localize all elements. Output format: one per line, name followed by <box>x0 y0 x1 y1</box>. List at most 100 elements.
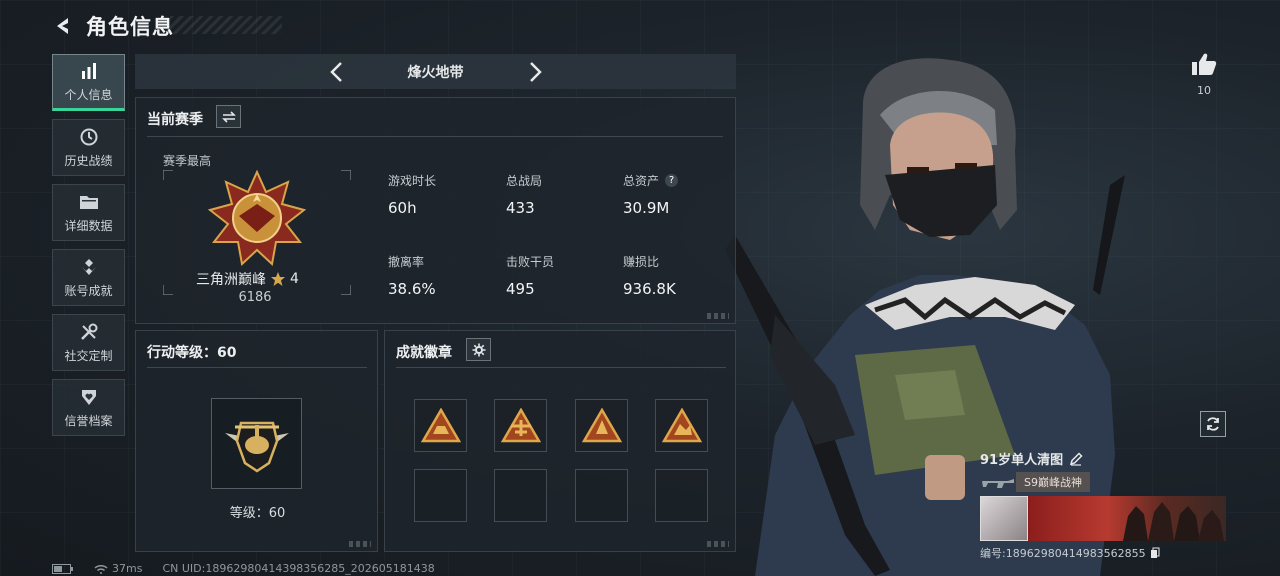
rotate-view-button[interactable] <box>1200 411 1226 437</box>
best-rank-label: 赛季最高 <box>163 154 212 168</box>
stat-extract-rate: 撤离率 38.6% <box>388 253 436 298</box>
stat-play-time: 游戏时长 60h <box>388 172 436 217</box>
refresh-icon <box>1207 417 1219 431</box>
mode-switcher: 烽火地带 <box>135 54 736 89</box>
player-card: 91岁单人清图 S9巅峰战神 编号:18962980414983562855 <box>980 449 1228 561</box>
achievement-slot-empty[interactable] <box>494 469 547 522</box>
ping-text: 37ms <box>112 562 143 575</box>
gear-icon <box>472 343 485 356</box>
uid-text: CN UID:18962980414398356285_202605181438 <box>162 562 435 575</box>
nav-item-credit-record[interactable]: 信誉档案 <box>52 379 125 436</box>
rank-name: 三角洲巅峰 <box>196 272 266 288</box>
achievements-panel: 成就徽章 <box>384 330 736 552</box>
swap-season-button[interactable] <box>216 105 241 128</box>
stat-label: 撤离率 <box>388 255 425 269</box>
nav-item-label: 社交定制 <box>64 348 113 363</box>
star-icon <box>271 272 285 286</box>
stat-label: 赚损比 <box>623 255 660 269</box>
help-icon[interactable]: ? <box>665 174 679 187</box>
achievements-title: 成就徽章 <box>396 345 452 361</box>
rank-emblem-icon <box>207 170 307 266</box>
achievement-badge[interactable] <box>414 399 467 452</box>
chevron-right-icon[interactable] <box>521 57 551 87</box>
achievement-slot-empty[interactable] <box>414 469 467 522</box>
achievement-badge-icon <box>661 407 702 442</box>
status-footer: 37ms CN UID:18962980414398356285_2026051… <box>52 562 435 575</box>
squad-silhouette-icon <box>1123 502 1224 541</box>
player-id: 编号:18962980414983562855 <box>980 547 1146 560</box>
bar-chart-icon <box>78 61 100 81</box>
header-decoration <box>170 16 282 34</box>
page-header: 角色信息 <box>50 12 174 40</box>
stat-value: 936.8K <box>623 280 676 298</box>
stat-total-matches: 总战局 433 <box>506 172 542 217</box>
season-title: 当前赛季 <box>147 112 203 128</box>
action-level-panel: 行动等级：60 等级：60 <box>135 330 378 552</box>
achievement-badge-icon <box>420 407 461 442</box>
stat-label: 游戏时长 <box>388 174 437 188</box>
nav-item-label: 个人信息 <box>64 87 113 102</box>
achievement-badge[interactable] <box>575 399 628 452</box>
network-status: 37ms <box>94 562 142 575</box>
player-name: 91岁单人清图 <box>980 453 1064 468</box>
stat-label: 总战局 <box>506 174 543 188</box>
wifi-icon <box>94 564 108 574</box>
nav-item-achievements[interactable]: 账号成就 <box>52 249 125 306</box>
achievement-badge-icon <box>500 407 541 442</box>
thumbs-up-icon <box>1192 53 1217 75</box>
achievement-badge[interactable] <box>494 399 547 452</box>
back-arrow-icon[interactable] <box>50 13 76 39</box>
player-title-tag: S9巅峰战神 <box>1016 472 1090 492</box>
rank-stars: 4 <box>290 271 299 287</box>
achievement-icon <box>78 257 100 277</box>
like-button[interactable]: 10 <box>1186 52 1222 97</box>
nav-item-label: 账号成就 <box>64 283 113 298</box>
stat-label: 击败干员 <box>506 255 555 269</box>
stat-value: 38.6% <box>388 280 436 298</box>
divider <box>147 136 723 137</box>
stat-label: 总资产 <box>623 174 660 188</box>
nav-item-match-history[interactable]: 历史战绩 <box>52 119 125 176</box>
achievement-slot-empty[interactable] <box>575 469 628 522</box>
stat-value: 433 <box>506 199 535 217</box>
achievement-badge-icon <box>581 407 622 442</box>
stat-value: 60h <box>388 199 417 217</box>
copy-icon[interactable] <box>1150 547 1160 559</box>
nav-item-personal-info[interactable]: 个人信息 <box>52 54 125 111</box>
nav-item-social-custom[interactable]: 社交定制 <box>52 314 125 371</box>
clock-icon <box>78 127 100 147</box>
battery-icon <box>52 563 74 574</box>
action-level-title: 行动等级：60 <box>147 345 237 361</box>
nav-item-detailed-data[interactable]: 详细数据 <box>52 184 125 241</box>
helicopter-emblem-icon <box>224 421 289 473</box>
corner-decoration <box>349 541 371 547</box>
shield-heart-icon <box>78 387 100 407</box>
tools-icon <box>78 322 100 342</box>
chevron-left-icon[interactable] <box>321 57 351 87</box>
stat-value: 30.9M <box>623 199 670 217</box>
player-banner[interactable] <box>980 496 1226 541</box>
swap-icon <box>221 110 236 123</box>
player-title-row: S9巅峰战神 <box>980 472 1228 492</box>
stat-label-row: 总资产 ? <box>623 172 679 189</box>
achievement-slot-empty[interactable] <box>655 469 708 522</box>
edit-icon[interactable] <box>1069 451 1083 466</box>
rank-points: 6186 <box>238 290 272 305</box>
divider <box>396 367 726 368</box>
nav-item-label: 详细数据 <box>64 218 113 233</box>
achievement-badge[interactable] <box>655 399 708 452</box>
page-title: 角色信息 <box>86 15 174 39</box>
stat-total-assets: 总资产 ? 30.9M <box>623 172 679 217</box>
corner-decoration <box>707 541 729 547</box>
achievement-settings-button[interactable] <box>466 338 491 361</box>
stat-value: 495 <box>506 280 535 298</box>
player-id-row: 编号:18962980414983562855 <box>980 545 1228 561</box>
level-text: 等级：60 <box>229 506 286 521</box>
side-nav: 个人信息 历史战绩 详细数据 账号成就 社交定制 信誉档案 <box>52 54 125 444</box>
player-name-row: 91岁单人清图 <box>980 449 1228 468</box>
nav-item-label: 信誉档案 <box>64 413 113 428</box>
divider <box>147 367 367 368</box>
mode-title: 烽火地带 <box>407 64 464 81</box>
corner-decoration <box>707 313 729 319</box>
rifle-icon <box>982 479 1014 488</box>
